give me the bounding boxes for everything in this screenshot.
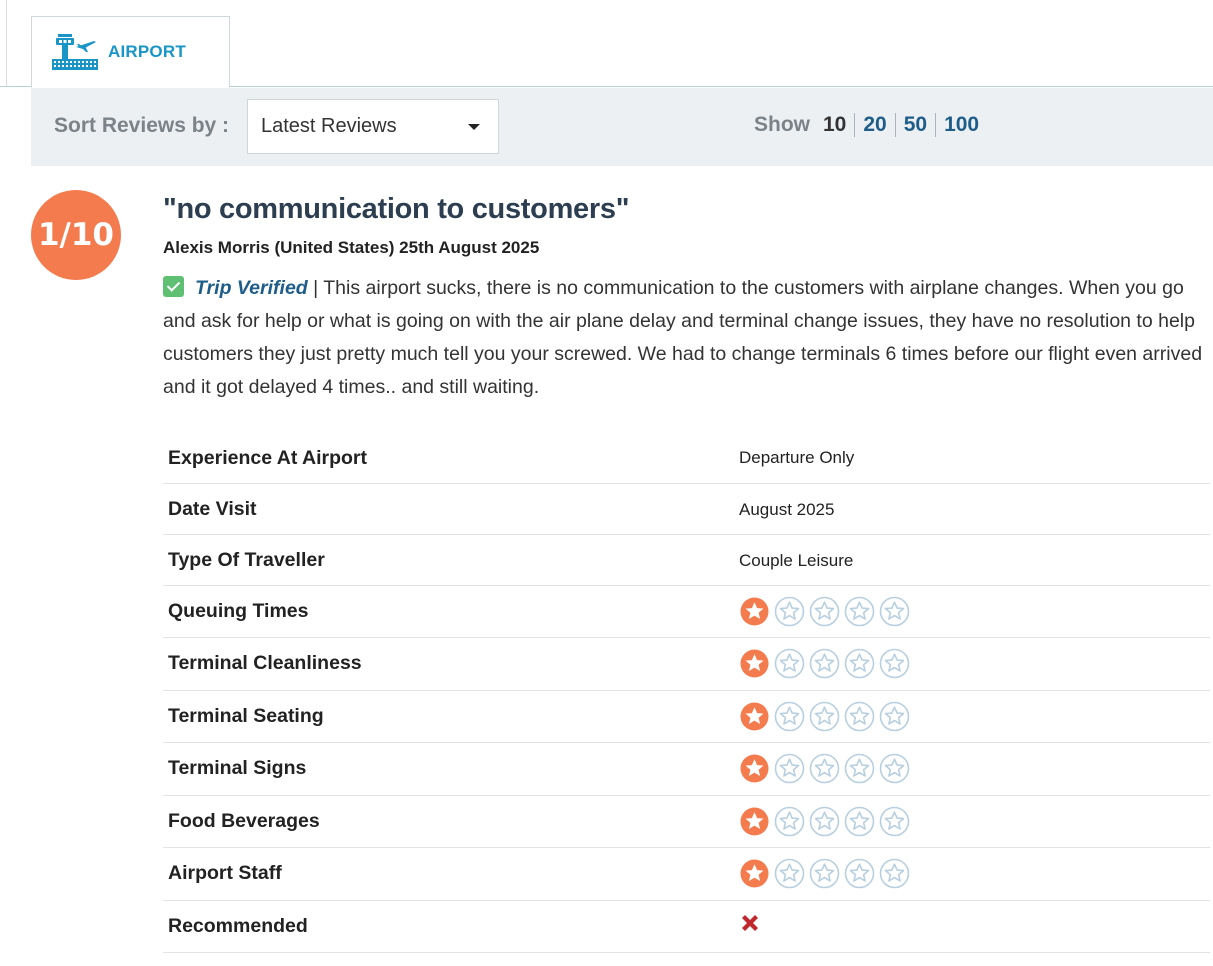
star-filled-icon	[740, 859, 769, 888]
review-author: Alexis Morris (United States) 25th Augus…	[163, 238, 540, 257]
star-empty-icon	[774, 753, 805, 784]
star-empty-icon	[809, 648, 840, 679]
star-filled-icon	[740, 597, 769, 626]
tab-bar: AIRPORT	[0, 0, 1213, 88]
row-label: Type Of Traveller	[163, 534, 735, 586]
star-empty-icon	[879, 806, 910, 837]
row-label: Terminal Seating	[163, 690, 735, 743]
check-icon	[163, 276, 184, 297]
row-value: Couple Leisure	[735, 534, 1210, 586]
star-empty-icon	[844, 858, 875, 889]
cross-icon	[742, 915, 758, 932]
row-value: August 2025	[735, 483, 1210, 535]
row-label: Terminal Cleanliness	[163, 637, 735, 691]
rating-badge: 1/10	[31, 190, 121, 280]
table-row: Food Beverages	[163, 795, 1210, 848]
row-label: Terminal Signs	[163, 742, 735, 796]
star-empty-icon	[809, 858, 840, 889]
star-empty-icon	[774, 701, 805, 732]
star-empty-icon	[809, 806, 840, 837]
show-option-50[interactable]: 50	[894, 113, 935, 137]
row-label: Recommended	[163, 900, 735, 953]
table-row: Queuing Times	[163, 585, 1210, 638]
star-empty-icon	[844, 753, 875, 784]
star-empty-icon	[774, 648, 805, 679]
table-row: Recommended	[163, 900, 1210, 953]
star-empty-icon	[879, 648, 910, 679]
row-label: Airport Staff	[163, 847, 735, 901]
row-label: Date Visit	[163, 483, 735, 535]
star-rating	[739, 648, 1210, 679]
table-row: Terminal Signs	[163, 742, 1210, 796]
sort-dropdown[interactable]: Latest Reviews	[247, 99, 499, 154]
tab-airport[interactable]: AIRPORT	[31, 16, 230, 88]
sort-label: Sort Reviews by :	[54, 114, 230, 137]
sort-selected-value: Latest Reviews	[261, 115, 397, 137]
star-rating	[739, 701, 1210, 732]
trip-verified-label: Trip Verified	[195, 277, 308, 299]
star-rating	[739, 596, 1210, 627]
star-empty-icon	[879, 753, 910, 784]
star-empty-icon	[844, 648, 875, 679]
chevron-down-icon	[468, 124, 480, 130]
airport-icon	[52, 34, 98, 70]
star-empty-icon	[809, 701, 840, 732]
show-option-10[interactable]: 10	[823, 113, 854, 137]
star-rating	[739, 858, 1210, 889]
show-option-100[interactable]: 100	[935, 113, 987, 137]
sort-bar: Sort Reviews by : Latest Reviews Show 10…	[31, 88, 1213, 166]
star-empty-icon	[879, 858, 910, 889]
table-row: Airport Staff	[163, 847, 1210, 901]
show-label: Show	[754, 113, 810, 136]
star-rating	[739, 806, 1210, 837]
star-filled-icon	[740, 807, 769, 836]
star-empty-icon	[844, 806, 875, 837]
star-empty-icon	[774, 806, 805, 837]
star-empty-icon	[774, 858, 805, 889]
table-row: Terminal Cleanliness	[163, 637, 1210, 691]
star-filled-icon	[740, 649, 769, 678]
review-title: "no communication to customers"	[163, 193, 630, 225]
star-empty-icon	[774, 596, 805, 627]
row-label: Experience At Airport	[163, 432, 735, 484]
row-label: Queuing Times	[163, 585, 735, 638]
table-row: Date Visit August 2025	[163, 483, 1210, 535]
table-row: Experience At Airport Departure Only	[163, 432, 1210, 484]
star-filled-icon	[740, 754, 769, 783]
tab-label: AIRPORT	[108, 42, 186, 61]
star-empty-icon	[809, 753, 840, 784]
review-body: Trip Verified | This airport sucks, ther…	[163, 272, 1208, 404]
table-row: Terminal Seating	[163, 690, 1210, 743]
star-empty-icon	[809, 596, 840, 627]
verified-separator: |	[307, 277, 324, 299]
star-empty-icon	[879, 596, 910, 627]
row-label: Food Beverages	[163, 795, 735, 848]
row-value: Departure Only	[735, 432, 1210, 484]
review-ratings-table: Experience At Airport Departure Only Dat…	[163, 432, 1210, 953]
rating-value: 1/10	[37, 217, 115, 253]
star-filled-icon	[740, 702, 769, 731]
table-row: Type Of Traveller Couple Leisure	[163, 534, 1210, 586]
star-empty-icon	[844, 596, 875, 627]
star-empty-icon	[879, 701, 910, 732]
show-option-20[interactable]: 20	[854, 113, 894, 137]
star-empty-icon	[844, 701, 875, 732]
star-rating	[739, 753, 1210, 784]
page-size-selector: Show 10 20 50 100	[754, 111, 987, 139]
